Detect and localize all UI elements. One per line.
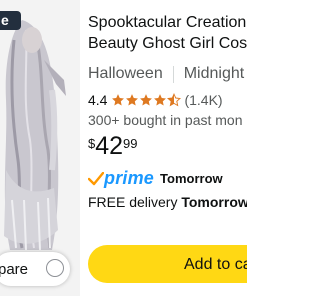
bought-count: 300+ bought in past mon	[88, 112, 243, 128]
prime-delivery-day: Tomorrow	[160, 171, 223, 186]
add-to-cart-button[interactable]: Add to ca	[88, 245, 247, 283]
product-image-panel[interactable]: e pare	[0, 0, 80, 296]
prime-label: prime	[104, 168, 155, 188]
listing-badge: e	[0, 11, 21, 30]
price-symbol: $	[88, 136, 96, 151]
half-star-icon	[167, 93, 182, 107]
price: $4299	[88, 132, 138, 161]
star-icon	[140, 94, 153, 106]
rating-value: 4.4	[88, 92, 108, 108]
compare-checkbox-icon[interactable]	[46, 259, 64, 277]
rating-row[interactable]: 4.4 (1.4K)	[88, 92, 223, 108]
price-fraction: 99	[123, 136, 138, 151]
product-meta: Halloween Midnight	[88, 65, 244, 83]
category-tag: Halloween	[88, 65, 163, 82]
delivery-info: FREE delivery Tomorrow,	[88, 194, 247, 210]
compare-label: pare	[0, 260, 29, 278]
price-whole: 42	[95, 132, 124, 160]
delivery-prefix: FREE delivery	[88, 194, 182, 210]
star-icon	[126, 94, 139, 106]
delivery-speed-tag: Midnight	[183, 65, 245, 82]
prime-check-icon	[88, 171, 104, 185]
product-info: Spooktacular Creation Beauty Ghost Girl …	[88, 0, 247, 296]
product-title-line-2[interactable]: Beauty Ghost Girl Cos	[88, 33, 247, 54]
delivery-date: Tomorrow,	[181, 194, 247, 210]
meta-divider	[172, 65, 174, 83]
rating-count[interactable]: (1.4K)	[184, 92, 222, 108]
product-title-line-1[interactable]: Spooktacular Creation	[88, 12, 247, 33]
star-rating[interactable]	[111, 93, 182, 107]
prime-badge: prime Tomorrow	[88, 168, 223, 189]
star-icon	[112, 94, 125, 106]
compare-toggle[interactable]: pare	[0, 252, 70, 286]
star-icon	[154, 94, 167, 106]
product-title[interactable]: Spooktacular Creation Beauty Ghost Girl …	[88, 12, 247, 54]
